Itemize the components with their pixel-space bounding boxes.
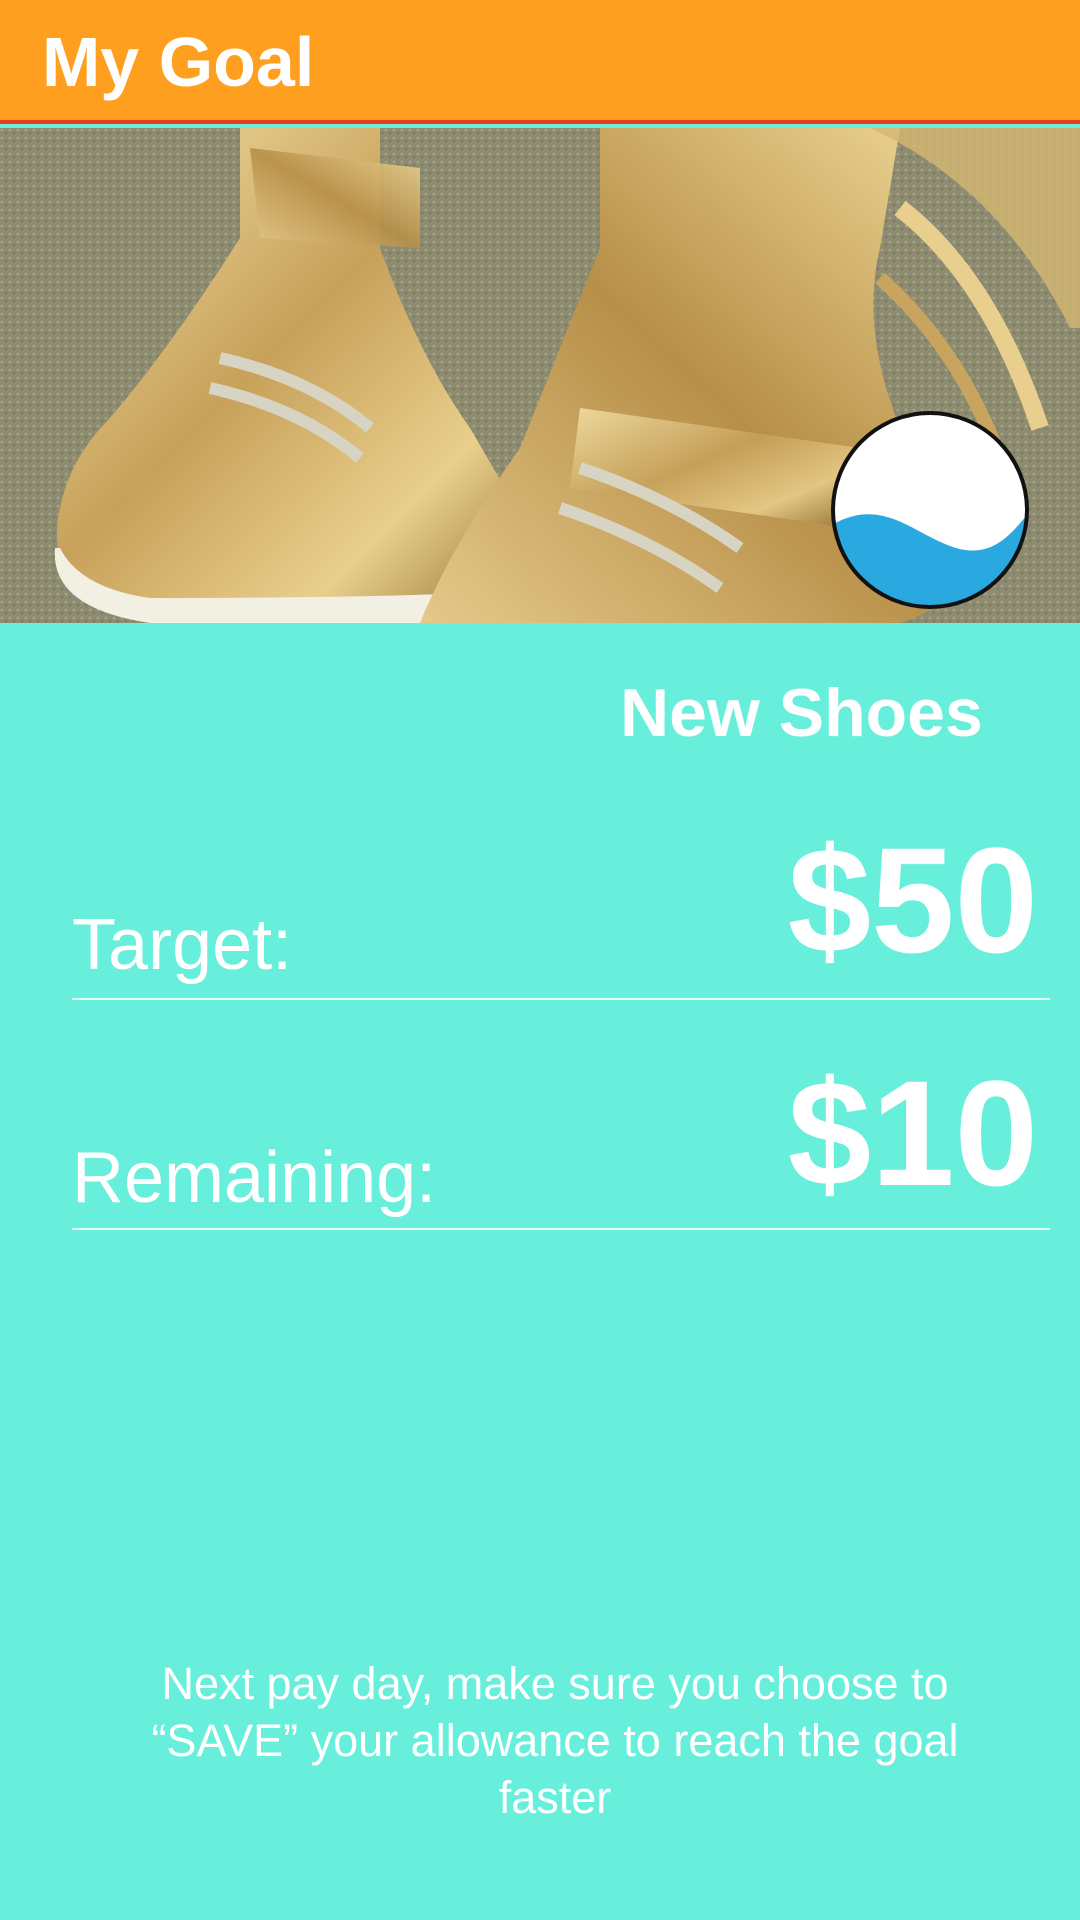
app-bar: My Goal [0,0,1080,124]
remaining-row: Remaining: $10 [72,1053,1050,1230]
page-title: My Goal [42,23,315,101]
remaining-amount: $10 [787,1049,1038,1217]
goal-name: New Shoes [620,675,983,751]
target-label: Target: [72,905,293,985]
remaining-label: Remaining: [72,1138,437,1218]
target-row: Target: $50 [72,820,1050,1000]
target-amount: $50 [787,816,1038,984]
wave-progress-icon [831,411,1029,609]
savings-tip: Next pay day, make sure you choose to “S… [151,1658,959,1823]
